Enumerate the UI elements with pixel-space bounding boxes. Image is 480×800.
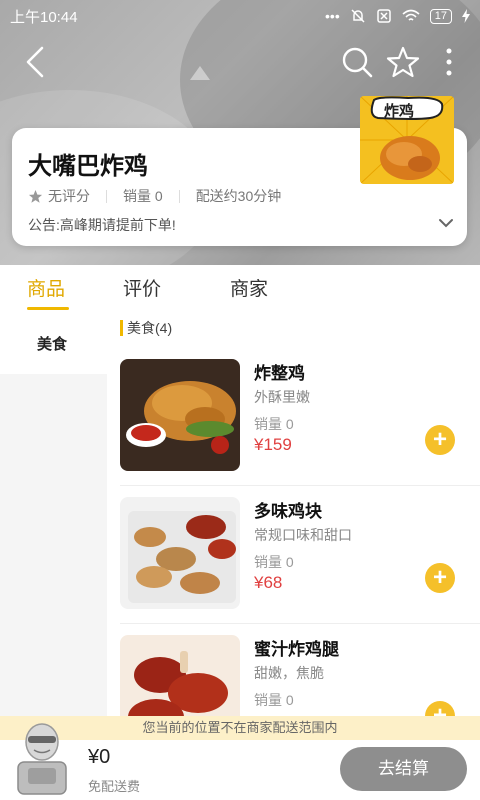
section-header: 美食(4) — [120, 318, 172, 338]
tab-merchant[interactable]: 商家 — [230, 274, 268, 301]
charging-icon — [462, 9, 470, 23]
product-description: 常规口味和甜口 — [254, 527, 352, 543]
more-vertical-icon[interactable] — [432, 45, 466, 79]
product-description: 外酥里嫩 — [254, 389, 310, 405]
product-image — [120, 359, 240, 471]
active-tab-indicator — [27, 307, 69, 310]
product-item[interactable]: 炸整鸡 外酥里嫩 销量 0 ¥159 + — [107, 359, 480, 497]
product-item[interactable]: 多味鸡块 常规口味和甜口 销量 0 ¥68 + — [107, 497, 480, 635]
product-sales: 销量 0 — [254, 416, 294, 432]
category-item-food[interactable]: 美食 — [37, 333, 67, 354]
dots-icon: ••• — [325, 8, 340, 24]
shop-logo: 炸鸡 — [360, 96, 454, 184]
product-price: ¥159 — [254, 435, 292, 454]
shop-notice: 公告:高峰期请提前下单! — [28, 217, 176, 233]
status-bar: 上午10:44 ••• 17 — [0, 0, 480, 32]
mute-icon — [351, 9, 365, 23]
checkout-button[interactable]: 去结算 — [340, 747, 467, 791]
shop-delivery-time: 配送约30分钟 — [195, 188, 282, 204]
shop-name: 大嘴巴炸鸡 — [28, 153, 148, 180]
product-name: 蜜汁炸鸡腿 — [254, 640, 339, 659]
battery-indicator: 17 — [429, 8, 452, 24]
product-sales: 销量 0 — [254, 554, 294, 570]
section-title: 美食(4) — [127, 320, 173, 336]
wifi-icon — [402, 9, 420, 21]
tab-reviews[interactable]: 评价 — [123, 274, 161, 301]
shop-meta: 无评分 销量 0 配送约30分钟 — [28, 186, 281, 206]
add-to-cart-button[interactable]: + — [425, 563, 455, 593]
cart-icon[interactable] — [10, 722, 74, 796]
product-price: ¥68 — [254, 573, 283, 592]
star-icon[interactable] — [386, 45, 420, 79]
cart-total: ¥0 — [88, 746, 111, 768]
back-arrow-icon[interactable] — [20, 44, 50, 80]
shop-sales: 销量 0 — [123, 188, 163, 204]
star-icon — [28, 189, 43, 203]
shop-rating: 无评分 — [48, 188, 90, 204]
status-time: 上午10:44 — [10, 8, 78, 26]
delivery-fee: 免配送费 — [88, 779, 141, 794]
category-sidebar-background — [0, 374, 107, 724]
product-image — [120, 497, 240, 609]
tab-bar: 商品 评价 商家 — [0, 266, 480, 314]
logo-text: 炸鸡 — [384, 103, 415, 120]
chevron-down-icon[interactable] — [437, 214, 455, 232]
divider — [120, 485, 480, 486]
divider — [120, 623, 480, 624]
product-name: 多味鸡块 — [254, 502, 322, 521]
add-to-cart-button[interactable]: + — [425, 425, 455, 455]
no-sim-icon — [377, 9, 391, 23]
product-sales: 销量 0 — [254, 692, 294, 708]
status-icons: ••• 17 — [325, 8, 470, 24]
tab-products[interactable]: 商品 — [27, 274, 65, 301]
product-description: 甜嫩，焦脆 — [254, 665, 324, 681]
search-icon[interactable] — [340, 45, 374, 79]
product-name: 炸整鸡 — [254, 364, 305, 383]
